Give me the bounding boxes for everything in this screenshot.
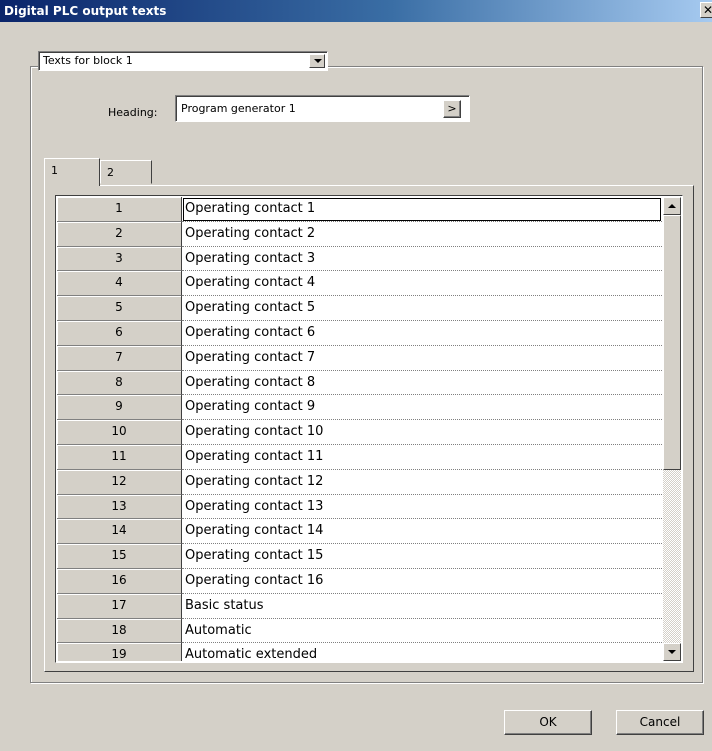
table-row[interactable]: 17 Basic status [57,593,662,619]
row-text-cell[interactable]: Operating contact 10 [182,420,662,445]
row-number: 10 [57,420,182,445]
heading-browse-button[interactable]: > [443,100,461,118]
heading-label: Heading: [108,106,158,119]
row-text-cell[interactable]: Operating contact 14 [182,519,662,545]
texts-grid: 1 Operating contact 1 2 Operating contact 2… [55,195,683,663]
tab-1[interactable]: 1 [44,158,100,186]
table-row[interactable]: 16 Operating contact 16 [57,568,662,594]
row-number: 16 [57,568,182,594]
row-number: 17 [57,593,182,619]
row-text-cell[interactable]: Operating contact 5 [182,296,662,321]
row-number: 5 [57,296,182,321]
table-row[interactable]: 12 Operating contact 12 [57,469,662,495]
row-text-cell[interactable]: Operating contact 1 [182,197,662,222]
table-row[interactable]: 19 Automatic extended [57,643,662,661]
row-number: 4 [57,271,182,297]
chevron-down-icon[interactable] [309,54,325,68]
row-number: 2 [57,221,182,247]
table-row[interactable]: 7 Operating contact 7 [57,345,662,371]
row-text-cell[interactable]: Operating contact 12 [182,470,662,495]
row-number: 6 [57,320,182,346]
table-row[interactable]: 5 Operating contact 5 [57,296,662,321]
heading-value: Program generator 1 [181,102,296,115]
row-number: 9 [57,395,182,421]
table-row[interactable]: 11 Operating contact 11 [57,444,662,470]
row-text-cell[interactable]: Operating contact 9 [182,395,662,421]
grid-rows: 1 Operating contact 1 2 Operating contact 2… [57,197,662,661]
row-text-cell[interactable]: Operating contact 4 [182,271,662,297]
table-row[interactable]: 2 Operating contact 2 [57,221,662,247]
table-row[interactable]: 18 Automatic [57,618,662,644]
table-row[interactable]: 10 Operating contact 10 [57,420,662,445]
row-text-cell[interactable]: Operating contact 13 [182,495,662,520]
table-row[interactable]: 1 Operating contact 1 [57,197,662,222]
row-text-cell[interactable]: Operating contact 7 [182,346,662,371]
scroll-up-icon[interactable] [663,197,681,215]
scroll-thumb[interactable] [663,215,681,470]
scroll-down-icon[interactable] [663,643,681,661]
row-number: 14 [57,519,182,545]
table-row[interactable]: 9 Operating contact 9 [57,395,662,421]
row-number: 13 [57,494,182,520]
row-text-cell[interactable]: Operating contact 11 [182,445,662,470]
vertical-scrollbar[interactable] [663,197,681,661]
window-title: Digital PLC output texts [4,4,167,18]
row-number: 8 [57,370,182,396]
row-number: 15 [57,544,182,569]
row-text-cell[interactable]: Automatic extended [182,643,662,661]
table-row[interactable]: 8 Operating contact 8 [57,370,662,396]
table-row[interactable]: 13 Operating contact 13 [57,494,662,520]
row-number: 11 [57,444,182,470]
row-number: 19 [57,643,182,661]
block-select-value: Texts for block 1 [43,54,133,67]
row-number: 1 [57,197,182,222]
table-row[interactable]: 3 Operating contact 3 [57,246,662,272]
row-text-cell[interactable]: Operating contact 2 [182,222,662,247]
table-row[interactable]: 15 Operating contact 15 [57,544,662,569]
table-row[interactable]: 6 Operating contact 6 [57,320,662,346]
heading-input[interactable]: Program generator 1 > [175,95,470,122]
block-select[interactable]: Texts for block 1 [38,51,328,71]
row-text-cell[interactable]: Basic status [182,594,662,619]
row-text-cell[interactable]: Operating contact 6 [182,321,662,346]
ok-button[interactable]: OK [504,710,592,735]
row-text-cell[interactable]: Operating contact 3 [182,247,662,272]
row-number: 3 [57,246,182,272]
row-number: 18 [57,618,182,644]
row-number: 7 [57,345,182,371]
table-row[interactable]: 14 Operating contact 14 [57,519,662,545]
row-text-cell[interactable]: Operating contact 16 [182,569,662,594]
row-text-cell[interactable]: Operating contact 8 [182,371,662,396]
row-number: 12 [57,469,182,495]
table-row[interactable]: 4 Operating contact 4 [57,271,662,297]
row-text-cell[interactable]: Automatic [182,619,662,644]
tab-2[interactable]: 2 [100,160,152,184]
title-bar: Digital PLC output texts ✕ [0,0,712,22]
close-icon[interactable]: ✕ [700,2,712,18]
cancel-button[interactable]: Cancel [616,710,704,735]
row-text-cell[interactable]: Operating contact 15 [182,544,662,569]
